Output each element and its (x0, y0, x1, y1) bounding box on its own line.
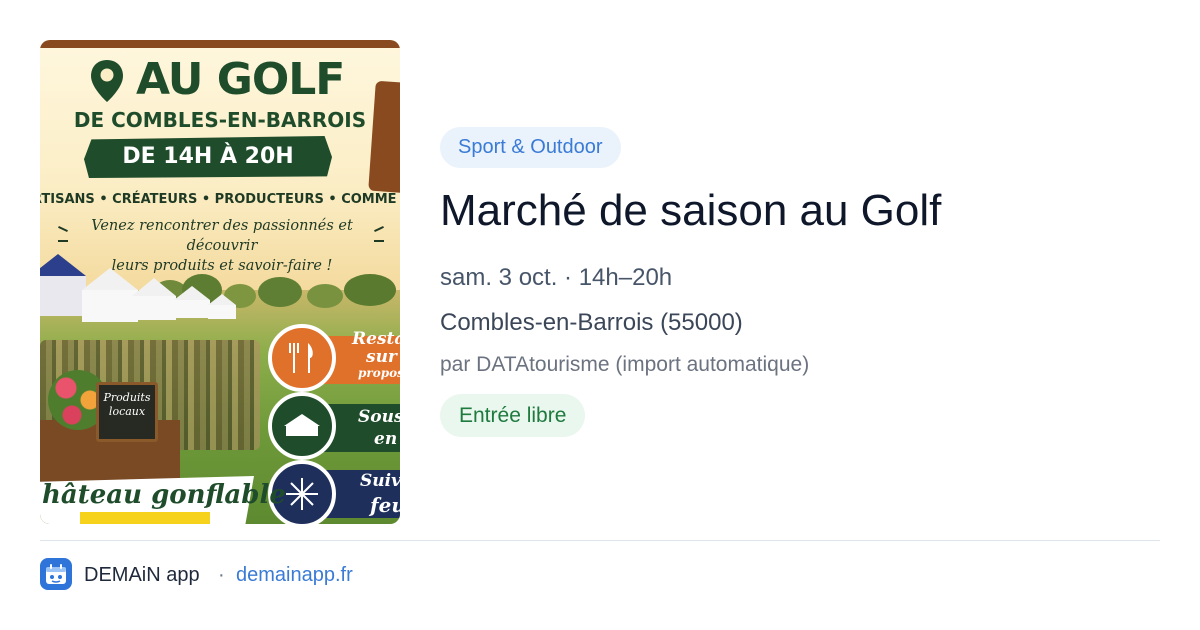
app-url-link[interactable]: demainapp.fr (236, 563, 353, 587)
poster-tent-body (82, 290, 138, 322)
poster-heading: AU GOLF (136, 54, 345, 105)
app-name: DEMAiN app (84, 564, 200, 586)
poster-tent-body (40, 276, 86, 316)
app-logo-icon (40, 558, 72, 590)
poster-tent-body (132, 296, 176, 320)
poster-tagline-line1: Venez rencontrer des passionnés et décou… (91, 218, 353, 254)
footer-divider (40, 540, 1160, 541)
poster-band2-text: Sous (358, 407, 400, 427)
location-pin-icon (91, 60, 123, 102)
poster-chalkboard: Produits locaux (96, 382, 158, 442)
footer-separator: · (218, 564, 225, 586)
poster-band3b-text: feu (370, 493, 400, 517)
poster-tent-body (208, 305, 236, 319)
event-location: Combles-en-Barrois (55000) (440, 309, 743, 336)
poster-hours: DE 14H À 20H (122, 144, 294, 169)
tent-icon (268, 392, 336, 460)
poster-band1c-text: proposé (358, 366, 400, 380)
poster-top-strip (40, 40, 400, 48)
price-badge: Entrée libre (440, 394, 586, 437)
poster-band2b-text: en (374, 429, 398, 449)
poster-tent (82, 268, 138, 290)
poster-trades: RTISANS • CRÉATEURS • PRODUCTEURS • COMM… (40, 192, 397, 207)
poster-place: DE COMBLES-EN-BARROIS (73, 108, 367, 132)
poster-tent (40, 254, 86, 276)
poster-tagline: Venez rencontrer des passionnés et décou… (62, 216, 382, 276)
event-title: Marché de saison au Golf (440, 186, 942, 235)
event-organizer: par DATAtourisme (import automatique) (440, 353, 810, 376)
fork-knife-icon (268, 324, 336, 392)
poster-yellow-strip (80, 512, 210, 524)
poster-tent-body (174, 300, 210, 318)
poster-band3-text: Suivi (360, 471, 400, 491)
poster-tent (174, 286, 210, 300)
poster-tent (132, 278, 176, 296)
category-badge[interactable]: Sport & Outdoor (440, 127, 621, 168)
poster-tent (208, 294, 236, 305)
event-poster-image: AU GOLF DE COMBLES-EN-BARROIS DE 14H À 2… (40, 40, 400, 524)
poster-banner-text: hâteau gonflable (42, 480, 286, 510)
poster-band1-text: Restau (352, 329, 400, 349)
event-datetime: sam. 3 oct. · 14h–20h (440, 264, 673, 291)
